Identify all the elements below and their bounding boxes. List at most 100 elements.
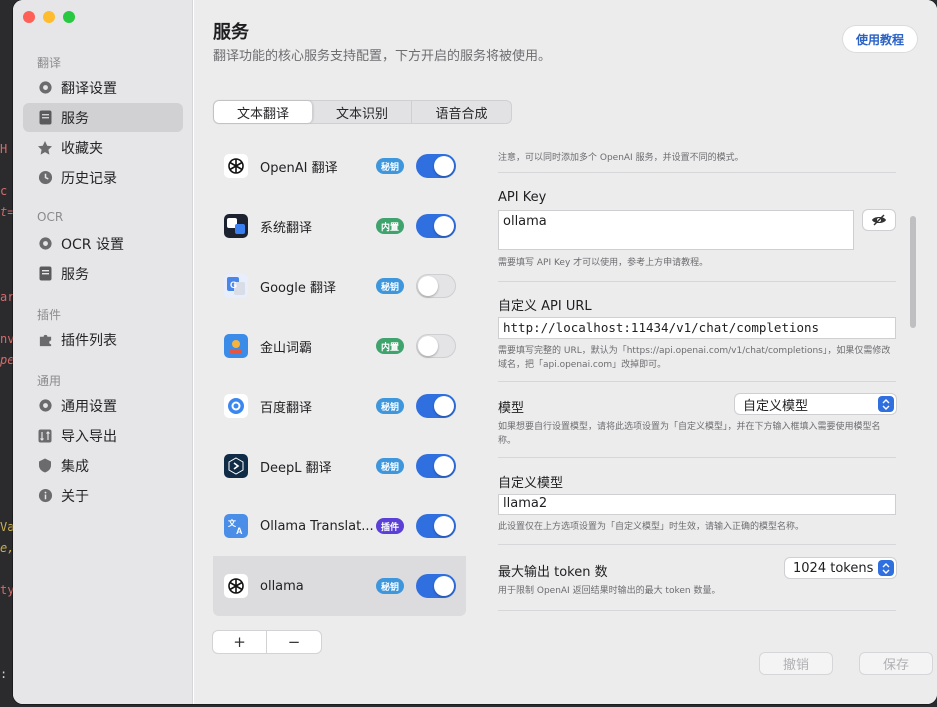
sidebar-item-plugin-list[interactable]: 插件列表 <box>23 325 183 354</box>
sidebar-section-ocr: OCR <box>37 210 64 224</box>
toggle-knob <box>434 156 454 176</box>
tab-text-translate[interactable]: 文本翻译 <box>214 101 313 123</box>
openai-icon <box>224 574 248 598</box>
service-row-openai[interactable]: OpenAI 翻译 秘钥 <box>213 148 466 196</box>
service-row-ollama-translate[interactable]: 文A Ollama Translat... 插件 <box>213 496 466 556</box>
api-url-input[interactable]: http://localhost:11434/v1/chat/completio… <box>498 317 896 339</box>
close-window-button[interactable] <box>23 11 35 23</box>
sidebar-item-ocr-services[interactable]: 服务 <box>23 259 183 288</box>
toggle-knob <box>434 516 454 536</box>
sidebar-item-translate-services[interactable]: 服务 <box>23 103 183 132</box>
service-row-google[interactable]: G Google 翻译 秘钥 <box>213 256 466 316</box>
service-toggle[interactable] <box>416 214 456 238</box>
page-subtitle: 翻译功能的核心服务支持配置，下方开启的服务将被使用。 <box>213 49 552 64</box>
toggle-visibility-button[interactable] <box>863 210 895 230</box>
save-button[interactable]: 保存 <box>860 653 932 674</box>
segmented-tabs: 文本翻译 文本识别 语音合成 <box>213 100 512 124</box>
custom-model-description: 此设置仅在上方选项设置为「自定义模型」时生效，请输入正确的模型名称。 <box>498 522 805 532</box>
service-toggle[interactable] <box>416 454 456 478</box>
divider <box>498 457 896 458</box>
add-service-button[interactable]: + <box>213 631 267 653</box>
shield-icon <box>37 458 53 474</box>
toggle-knob <box>434 576 454 596</box>
page-title: 服务 <box>213 22 249 43</box>
iciba-icon <box>224 334 248 358</box>
service-badge: 秘钥 <box>376 398 405 414</box>
sidebar-section-translate: 翻译 <box>37 56 62 70</box>
sidebar-item-general-settings[interactable]: 通用设置 <box>23 391 183 420</box>
sidebar-item-label: 插件列表 <box>61 332 117 349</box>
service-toggle[interactable] <box>416 394 456 418</box>
sidebar-item-import-export[interactable]: 导入导出 <box>23 421 183 450</box>
config-scrollbar[interactable] <box>909 148 917 616</box>
translate-icon: 文A <box>224 514 248 538</box>
sidebar-item-label: 服务 <box>61 110 89 127</box>
svg-text:A: A <box>236 526 243 536</box>
service-row-baidu[interactable]: 百度翻译 秘钥 <box>213 376 466 436</box>
info-icon <box>37 488 53 504</box>
max-tokens-description: 用于限制 OpenAI 返回结果时输出的最大 token 数量。 <box>498 586 721 596</box>
config-top-note: 注意，可以同时添加多个 OpenAI 服务，并设置不同的模式。 <box>498 153 744 163</box>
api-key-input[interactable]: ollama <box>498 210 854 250</box>
code-fragment: : <box>0 667 8 681</box>
max-tokens-select[interactable]: 1024 tokens <box>785 558 896 578</box>
cancel-button[interactable]: 撤销 <box>760 653 832 674</box>
minimize-window-button[interactable] <box>43 11 55 23</box>
sidebar-item-label: OCR 设置 <box>61 236 124 253</box>
service-name: DeepL 翻译 <box>260 460 332 476</box>
service-row-iciba[interactable]: 金山词霸 内置 <box>213 316 466 376</box>
model-description: 如果想要自行设置模型，请将此选项设置为「自定义模型」，并在下方输入框填入需要使用… <box>498 422 881 446</box>
service-toggle[interactable] <box>416 154 456 178</box>
custom-model-label: 自定义模型 <box>498 476 564 491</box>
sidebar-item-ocr-settings[interactable]: OCR 设置 <box>23 229 183 258</box>
puzzle-icon <box>37 332 53 348</box>
model-select[interactable]: 自定义模型 <box>735 394 896 414</box>
service-toggle[interactable] <box>416 514 456 538</box>
max-tokens-select-value: 1024 tokens <box>793 560 874 576</box>
gear-icon <box>37 236 53 252</box>
document-icon <box>37 110 53 126</box>
google-translate-icon: G <box>224 274 248 298</box>
chevron-up-down-icon <box>878 396 894 412</box>
sidebar-item-integration[interactable]: 集成 <box>23 451 183 480</box>
service-row-deepl[interactable]: DeepL 翻译 秘钥 <box>213 436 466 496</box>
service-name: 金山词霸 <box>260 340 313 356</box>
service-row-ollama[interactable]: ollama 秘钥 <box>213 556 466 616</box>
tab-speech-synthesis[interactable]: 语音合成 <box>412 101 511 123</box>
sidebar-item-about[interactable]: 关于 <box>23 481 183 510</box>
model-select-value: 自定义模型 <box>743 398 809 414</box>
toggle-knob <box>434 396 454 416</box>
tutorial-button[interactable]: 使用教程 <box>842 26 917 52</box>
system-translate-icon <box>224 214 248 238</box>
background-code-editor: H c t= ar nv pe Va e, ty : <box>0 0 14 707</box>
service-badge: 秘钥 <box>376 578 405 594</box>
sidebar-item-favorites[interactable]: 收藏夹 <box>23 133 183 162</box>
service-toggle[interactable] <box>416 574 456 598</box>
document-icon <box>37 266 53 282</box>
service-toggle[interactable] <box>416 334 456 358</box>
toggle-knob <box>434 216 454 236</box>
sidebar-item-translate-settings[interactable]: 翻译设置 <box>23 73 183 102</box>
scrollbar-thumb[interactable] <box>910 216 916 328</box>
custom-model-input[interactable]: llama2 <box>498 494 896 515</box>
tab-text-recognition[interactable]: 文本识别 <box>313 101 412 123</box>
sidebar-item-label: 历史记录 <box>61 170 117 187</box>
service-row-system[interactable]: 系统翻译 内置 <box>213 196 466 256</box>
sidebar-item-history[interactable]: 历史记录 <box>23 163 183 192</box>
zoom-window-button[interactable] <box>63 11 75 23</box>
service-config-panel: 注意，可以同时添加多个 OpenAI 服务，并设置不同的模式。 API Key … <box>487 148 918 616</box>
code-fragment: c <box>0 184 8 198</box>
service-badge: 秘钥 <box>376 278 405 294</box>
toggle-knob <box>418 336 438 356</box>
api-url-section: 自定义 API URL http://localhost:11434/v1/ch… <box>498 293 896 378</box>
api-key-description: 需要填写 API Key 才可以使用，参考上方申请教程。 <box>498 258 709 268</box>
gear-icon <box>37 398 53 414</box>
deepl-icon <box>224 454 248 478</box>
remove-service-button[interactable]: − <box>267 631 321 653</box>
gear-icon <box>37 80 53 96</box>
toggle-knob <box>434 456 454 476</box>
service-name: Ollama Translat... <box>260 518 374 534</box>
import-export-icon <box>37 428 53 444</box>
service-name: 百度翻译 <box>260 400 313 416</box>
service-toggle[interactable] <box>416 274 456 298</box>
